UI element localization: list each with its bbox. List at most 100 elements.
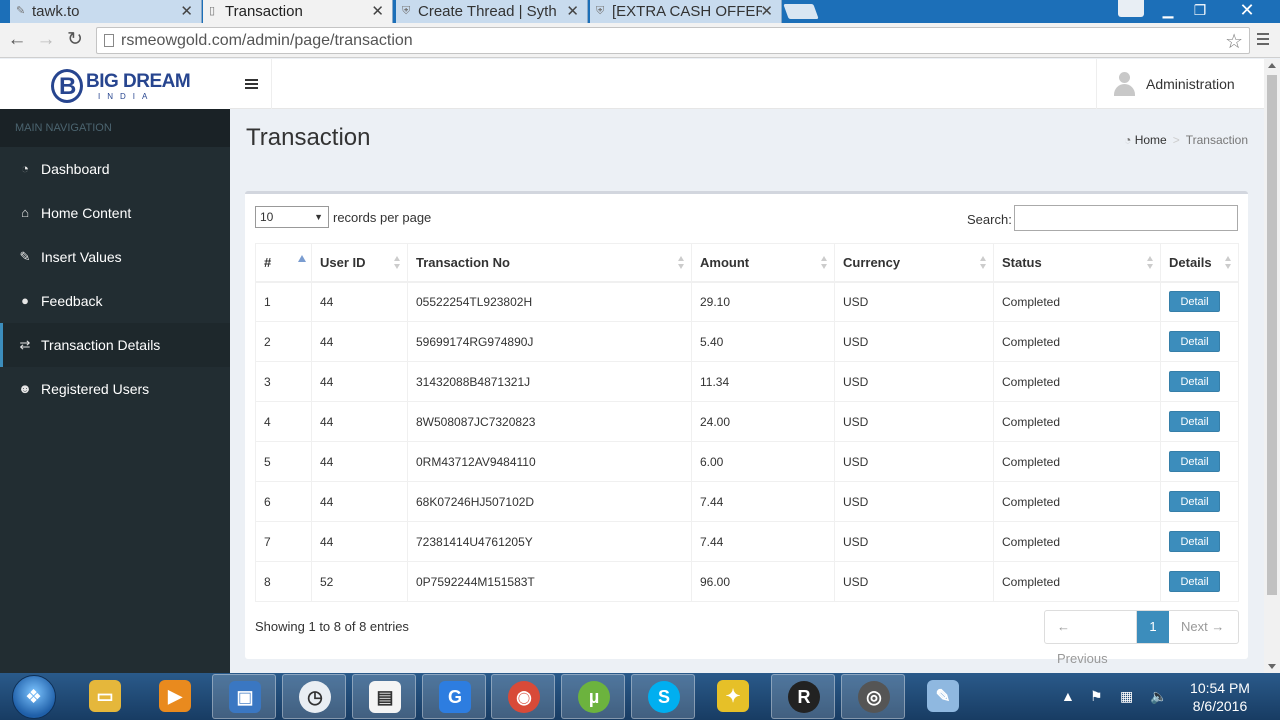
table-row: 5 44 0RM43712AV9484110 6.00 USD Complete… [255, 441, 1239, 482]
pagination-page-button[interactable]: 1 [1137, 611, 1169, 643]
puzzle-icon: ✦ [717, 680, 749, 712]
home-icon: ⌂ [21, 205, 29, 220]
taskbar-utorrent-button[interactable]: µ [561, 674, 625, 719]
close-icon[interactable]: ✕ [760, 2, 773, 20]
taskbar-remote-desktop-button[interactable]: ▣ [212, 674, 276, 719]
detail-button[interactable]: Detail [1169, 451, 1220, 472]
close-icon[interactable]: ✕ [371, 2, 384, 20]
taskbar-r-app-button[interactable]: R [771, 674, 835, 719]
sidebar-item-label: Insert Values [41, 249, 122, 265]
cell-details: Detail [1160, 441, 1239, 482]
exchange-icon: ⇄ [19, 337, 31, 352]
action-center-flag-icon[interactable]: ⚑ [1090, 688, 1103, 705]
pagination: ← Previous 1 Next → [1044, 610, 1239, 666]
sidebar-item-label: Transaction Details [41, 337, 161, 353]
network-icon[interactable]: ▦ [1120, 688, 1133, 705]
pagination-previous-button[interactable]: ← Previous [1045, 611, 1137, 666]
detail-button[interactable]: Detail [1169, 571, 1220, 592]
browser-menu-icon[interactable] [1257, 33, 1269, 48]
url-text[interactable]: rsmeowgold.com/admin/page/transaction [121, 32, 413, 50]
detail-button[interactable]: Detail [1169, 291, 1220, 313]
sidebar-item-feedback[interactable]: ● Feedback [0, 279, 230, 323]
sidebar-item-transaction-details[interactable]: ⇄ Transaction Details [0, 323, 230, 367]
scrollbar-thumb[interactable] [1267, 75, 1277, 595]
page-scrollbar[interactable] [1264, 59, 1280, 673]
cell-details: Detail [1160, 321, 1239, 362]
browser-tabstrip: ✎ tawk.to ✕ ▯ Transaction ✕ ⛨ Create Thr… [0, 0, 1280, 23]
sidebar-toggle-button[interactable] [230, 59, 272, 109]
cell-user-id: 44 [311, 281, 408, 322]
search-input[interactable] [1014, 205, 1238, 231]
scroll-down-icon[interactable] [1268, 664, 1276, 669]
clock-icon: ◷ [299, 681, 331, 713]
cell-currency: USD [834, 361, 994, 402]
window-close-icon[interactable]: ✕ [1224, 0, 1270, 20]
tab-title: [EXTRA CASH OFFER [612, 3, 762, 20]
taskbar-greenshot-button[interactable]: G [422, 674, 486, 719]
address-bar[interactable]: rsmeowgold.com/admin/page/transaction ☆ [96, 27, 1250, 54]
system-clock[interactable]: 10:54 PM 8/6/2016 [1180, 679, 1260, 715]
close-icon[interactable]: ✕ [566, 2, 579, 20]
taskbar-skype-button[interactable]: S [631, 674, 695, 719]
tab-create-thread[interactable]: ⛨ Create Thread | Syth ✕ [396, 0, 588, 23]
new-tab-button[interactable] [783, 4, 819, 19]
table-info: Showing 1 to 8 of 8 entries [255, 619, 409, 634]
cell-number: 6 [255, 481, 312, 522]
column-header-transaction-no[interactable]: Transaction No [407, 243, 692, 283]
reload-icon[interactable]: ↻ [64, 29, 86, 51]
column-header-details[interactable]: Details [1160, 243, 1239, 283]
taskbar-paint-button[interactable]: ✎ [911, 674, 975, 719]
sidebar-item-insert-values[interactable]: ✎ Insert Values [0, 235, 230, 279]
detail-button[interactable]: Detail [1169, 491, 1220, 512]
sidebar-item-registered-users[interactable]: ☻ Registered Users [0, 367, 230, 411]
detail-button[interactable]: Detail [1169, 331, 1220, 352]
sidebar-item-dashboard[interactable]: ◔ Dashboard [0, 147, 230, 191]
cell-amount: 29.10 [691, 281, 835, 322]
taskbar-chrome-button[interactable]: ◉ [491, 674, 555, 719]
minimize-icon[interactable]: ▁ [1152, 0, 1184, 20]
restore-icon[interactable]: ❐ [1184, 0, 1216, 20]
taskbar-game-button[interactable]: ◎ [841, 674, 905, 719]
table-row: 2 44 59699174RG974890J 5.40 USD Complete… [255, 321, 1239, 362]
sidebar-item-home-content[interactable]: ⌂ Home Content [0, 191, 230, 235]
records-per-page-select[interactable]: 10 ▼ [255, 206, 329, 228]
tab-tawk[interactable]: ✎ tawk.to ✕ [10, 0, 202, 23]
tab-extra-cash[interactable]: ⛨ [EXTRA CASH OFFER ✕ [590, 0, 782, 23]
show-hidden-icons-arrow[interactable]: ▲ [1061, 688, 1075, 704]
column-header-number[interactable]: # [255, 243, 312, 283]
bookmark-star-icon[interactable]: ☆ [1225, 29, 1243, 54]
taskbar-window-button[interactable]: ▤ [352, 674, 416, 719]
tab-transaction[interactable]: ▯ Transaction ✕ [203, 0, 393, 23]
cell-transaction-no: 0P7592244M151583T [407, 561, 692, 602]
cell-number: 7 [255, 521, 312, 562]
logo-mark-icon: B [51, 69, 83, 103]
skype-icon: S [648, 681, 680, 713]
browser-profile-icon[interactable] [1118, 0, 1144, 17]
column-header-currency[interactable]: Currency [834, 243, 994, 283]
scroll-up-icon[interactable] [1268, 63, 1276, 68]
detail-button[interactable]: Detail [1169, 531, 1220, 552]
taskbar-clock-button[interactable]: ◷ [282, 674, 346, 719]
column-header-amount[interactable]: Amount [691, 243, 835, 283]
detail-button[interactable]: Detail [1169, 371, 1220, 392]
volume-icon[interactable]: 🔈 [1150, 688, 1167, 705]
taskbar-media-player-button[interactable]: ▶ [143, 674, 207, 719]
back-arrow-icon[interactable]: ← [6, 29, 28, 51]
cell-user-id: 44 [311, 481, 408, 522]
taskbar-explorer-button[interactable]: ▭ [73, 674, 137, 719]
column-header-user-id[interactable]: User ID [311, 243, 408, 283]
computer-icon: ▣ [229, 681, 261, 713]
user-menu[interactable]: Administration [1096, 59, 1264, 109]
cell-currency: USD [834, 521, 994, 562]
cell-user-id: 44 [311, 321, 408, 362]
close-icon[interactable]: ✕ [180, 2, 193, 20]
start-button[interactable]: ❖ [12, 675, 56, 719]
pagination-next-button[interactable]: Next → [1169, 611, 1238, 643]
forward-arrow-icon[interactable]: → [35, 29, 57, 51]
breadcrumb-home-link[interactable]: Home [1135, 133, 1167, 147]
detail-button[interactable]: Detail [1169, 411, 1220, 432]
main-content: Transaction ◔ Home > Transaction 10 ▼ reco… [230, 109, 1264, 673]
column-header-status[interactable]: Status [993, 243, 1161, 283]
logo[interactable]: B BIG DREAM INDIA [0, 59, 230, 109]
taskbar-puzzle-app-button[interactable]: ✦ [701, 674, 765, 719]
